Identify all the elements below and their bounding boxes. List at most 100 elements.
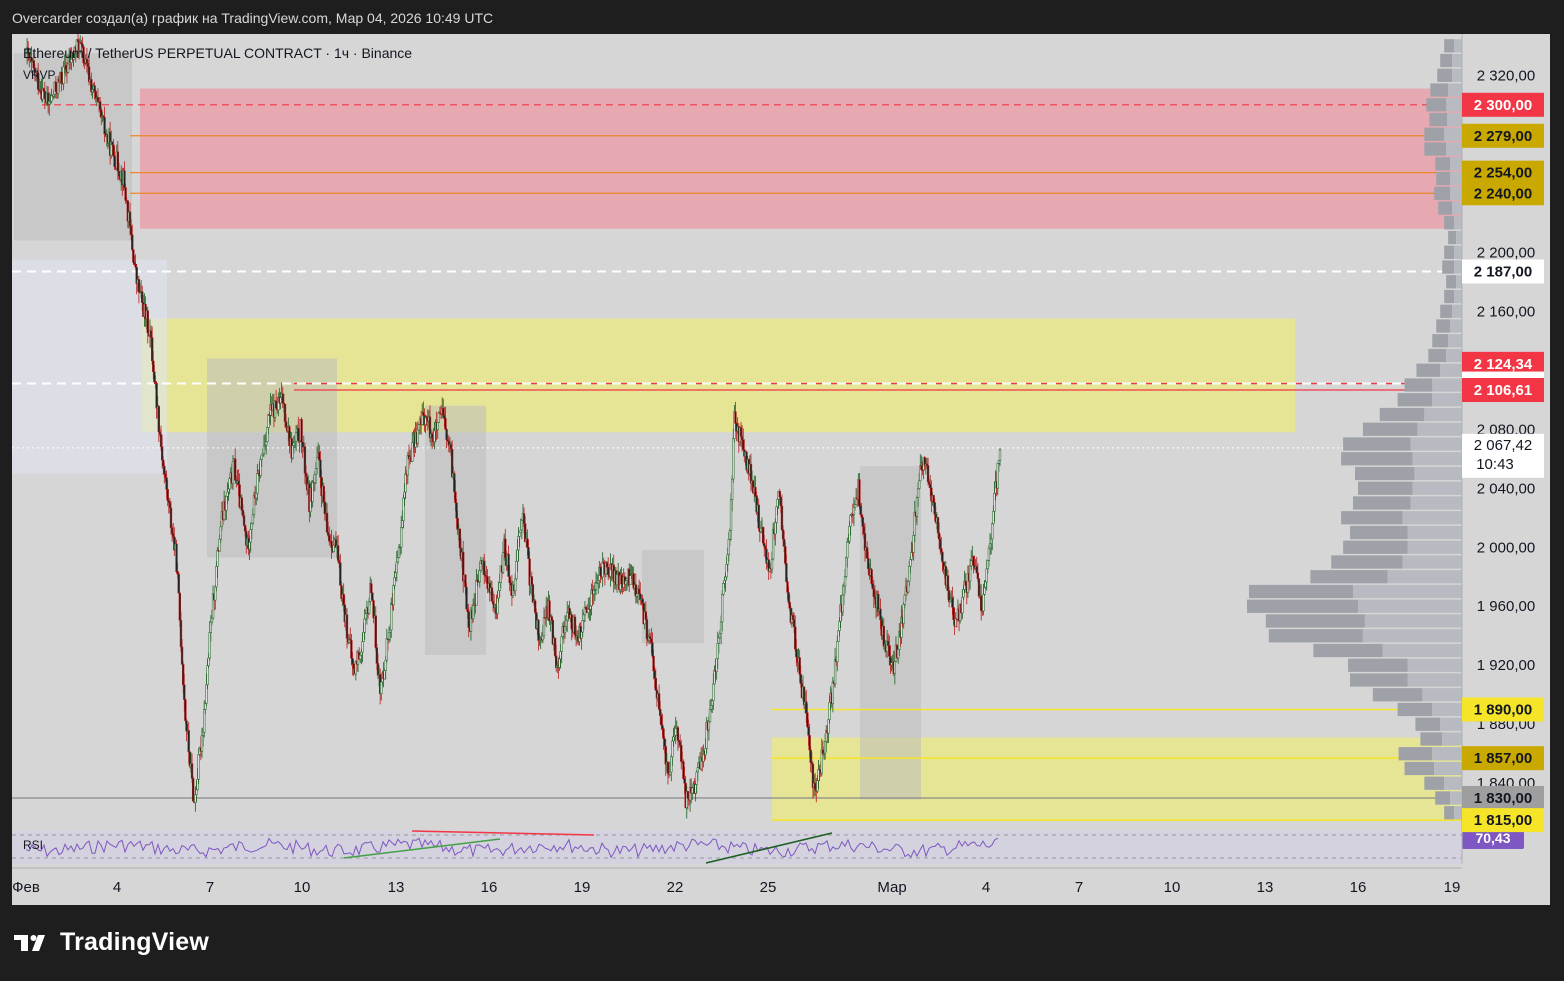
candle-body [594, 582, 598, 590]
candle-body [770, 558, 774, 570]
candle-body [879, 608, 882, 621]
volume-bar [1442, 260, 1455, 274]
candle-body [998, 449, 1002, 461]
candle-body [175, 543, 178, 572]
volume-bar [1310, 570, 1388, 584]
volume-bar [1348, 658, 1408, 672]
candle-body [168, 502, 172, 508]
volume-bar [1353, 496, 1411, 510]
candle-body [338, 560, 341, 564]
candle-body [385, 638, 388, 661]
candle-body [351, 658, 354, 665]
candle-body [589, 605, 592, 610]
candle-body [520, 519, 524, 531]
consolidation-box [860, 466, 921, 800]
logo-text: TradingView [60, 928, 210, 956]
candle-body [244, 525, 247, 532]
candle-body [723, 580, 726, 584]
candle-body [641, 598, 644, 604]
candle-body [775, 506, 778, 523]
candle-body [660, 715, 663, 726]
volume-bar [1430, 83, 1449, 97]
candle-body [249, 529, 252, 543]
candle-body [204, 703, 207, 710]
volume-bar [1446, 348, 1462, 363]
volume-bar [1438, 201, 1453, 215]
candle-body [498, 582, 501, 591]
volume-bar [1446, 98, 1462, 112]
candle-body [941, 551, 944, 563]
candle-body [669, 771, 672, 776]
candle-body [806, 712, 809, 728]
candle-body [774, 522, 777, 535]
volume-bar [1440, 53, 1453, 68]
candle-body [696, 767, 699, 773]
tradingview-logo[interactable]: TradingView [14, 928, 209, 957]
time-axis-label: 7 [206, 879, 214, 896]
rsi-label: RSI [23, 838, 43, 852]
chart-frame[interactable]: RSI 70,43 2 320,00 2 200,00 2 160,00 2 080,0… [12, 34, 1550, 905]
candle-body [360, 651, 363, 656]
volume-bar [1353, 584, 1462, 599]
candle-body [980, 595, 983, 611]
candle-body [993, 492, 996, 512]
volume-bar [1454, 245, 1462, 259]
candle-body [274, 400, 278, 409]
candle-body [509, 582, 512, 586]
candle-body [501, 552, 505, 573]
supply-zone [140, 88, 1462, 229]
volume-bar [1444, 127, 1462, 141]
candle-body [255, 492, 258, 499]
candle-body [620, 574, 623, 585]
candle-body [262, 445, 266, 454]
candle-body [798, 657, 801, 675]
price-badge-label: 2 300,00 [1474, 97, 1532, 114]
candle-body [890, 662, 893, 666]
candle-body [178, 592, 181, 621]
candle-body [788, 602, 791, 609]
candle-body [496, 597, 499, 614]
candle-body [731, 478, 734, 501]
candle-body [715, 658, 718, 672]
candle-body [215, 566, 218, 588]
volume-bar [1448, 83, 1462, 97]
price-badge-label: 2 106,61 [1474, 382, 1532, 399]
candle-body [214, 586, 217, 601]
volume-bar [1450, 319, 1462, 333]
candle-body [537, 619, 540, 641]
candle-body [862, 526, 866, 534]
candle-body [584, 607, 588, 610]
candle-body [814, 782, 817, 790]
volume-bar [1436, 319, 1451, 333]
candle-body [113, 155, 116, 167]
candle-body [724, 576, 727, 581]
candle-body [155, 383, 158, 409]
candle-body [553, 637, 557, 657]
candle-body [695, 771, 698, 785]
price-chart[interactable]: RSI 70,43 2 320,002 200,002 160,002 080,0… [12, 34, 1550, 905]
candle-body [858, 479, 861, 507]
candle-body [654, 677, 657, 691]
candle-body [677, 740, 681, 743]
candle-body [740, 436, 744, 441]
candle-body [940, 548, 943, 553]
candle-body [933, 502, 936, 515]
candle-body [318, 452, 321, 461]
candle-body [711, 700, 714, 706]
candle-body [241, 510, 245, 516]
session-shade [12, 259, 167, 474]
candle-body [210, 617, 214, 623]
volume-bar [1412, 452, 1462, 466]
candle-body [362, 632, 365, 642]
volume-bar [1448, 334, 1462, 348]
candle-body [872, 588, 875, 597]
candle-body [332, 544, 335, 553]
volume-bar [1434, 186, 1451, 200]
candle-body [209, 621, 212, 633]
candle-body [918, 480, 921, 489]
candle-body [425, 416, 428, 419]
volume-bar [1429, 112, 1448, 127]
candle-body [849, 515, 852, 527]
volume-bar [1407, 525, 1462, 540]
time-axis-label: 10 [1164, 879, 1181, 896]
